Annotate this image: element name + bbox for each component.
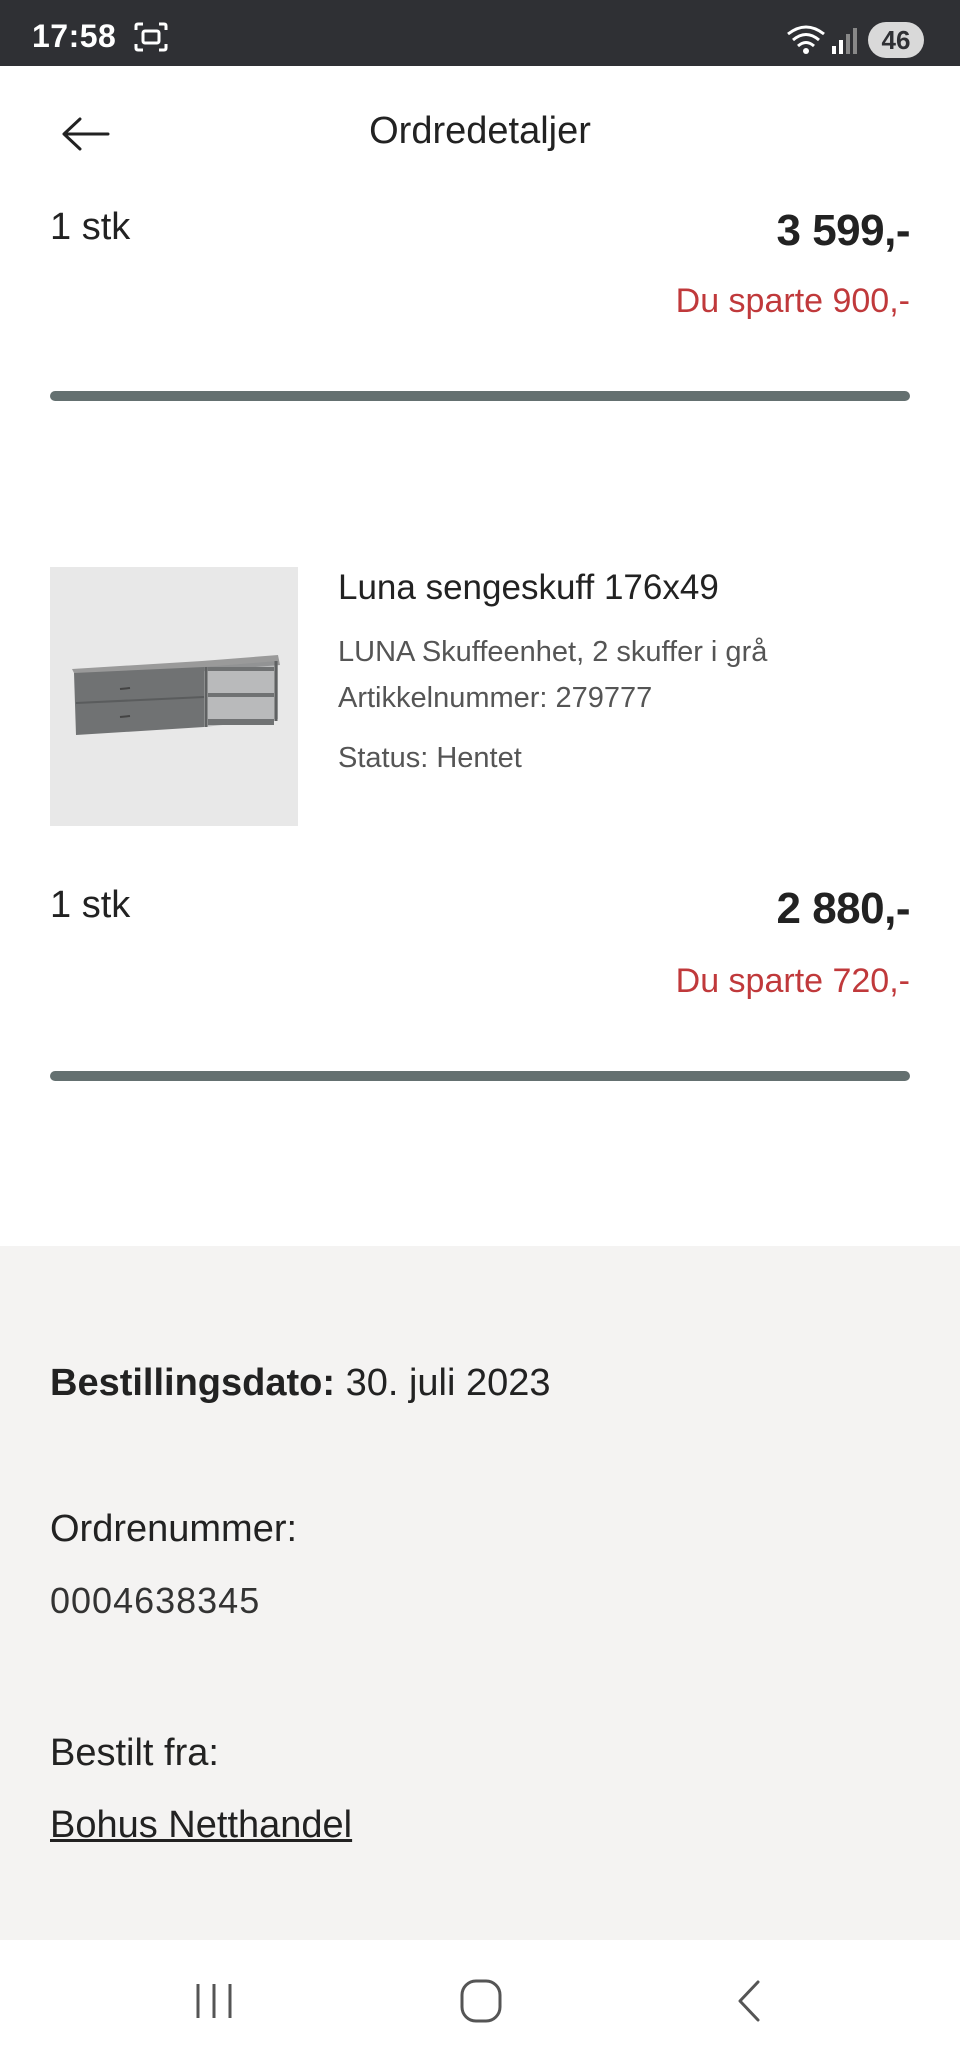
item-price: 3 599,- — [776, 206, 911, 255]
order-number-value: 0004638345 — [50, 1580, 261, 1621]
page-title: Ordredetaljer — [369, 110, 591, 152]
item-divider — [50, 1071, 910, 1081]
product-status: Status: Hentet — [338, 742, 522, 774]
recent-apps-icon[interactable] — [184, 1976, 244, 2026]
product-image[interactable] — [50, 567, 298, 826]
screen-recorder-icon — [134, 22, 168, 52]
item-savings: Du sparte 720,- — [675, 962, 910, 1000]
item-quantity: 1 stk — [50, 884, 131, 926]
order-date-label: Bestillingsdato: — [50, 1362, 336, 1404]
order-info-section: Bestillingsdato: 30. juli 2023 Ordrenumm… — [0, 1246, 960, 1940]
wifi-icon — [787, 25, 825, 54]
product-description: LUNA Skuffeenhet, 2 skuffer i grå — [338, 636, 768, 668]
order-date: Bestillingsdato: 30. juli 2023 — [50, 1362, 551, 1405]
status-bar: 17:58 46 — [0, 0, 960, 66]
product-name[interactable]: Luna sengeskuff 176x49 — [338, 568, 719, 608]
item-quantity: 1 stk — [50, 206, 131, 248]
ordered-from-link[interactable]: Bohus Netthandel — [50, 1804, 352, 1847]
item-savings: Du sparte 900,- — [675, 282, 910, 320]
order-date-value: 30. juli 2023 — [345, 1362, 551, 1404]
back-nav-icon[interactable] — [722, 1976, 782, 2026]
order-number-label: Ordrenummer: — [50, 1508, 298, 1550]
item-price: 2 880,- — [776, 884, 911, 933]
app-header: Ordredetaljer — [0, 66, 960, 206]
home-icon[interactable] — [452, 1976, 512, 2026]
signal-icon — [832, 28, 857, 54]
system-nav-bar — [0, 1940, 960, 2059]
drawer-unit-image — [72, 655, 280, 735]
ordered-from-label: Bestilt fra: — [50, 1732, 219, 1774]
battery-icon: 46 — [868, 22, 924, 58]
product-article-number: Artikkelnummer: 279777 — [338, 682, 653, 714]
status-time: 17:58 — [32, 18, 117, 54]
item-divider — [50, 391, 910, 401]
